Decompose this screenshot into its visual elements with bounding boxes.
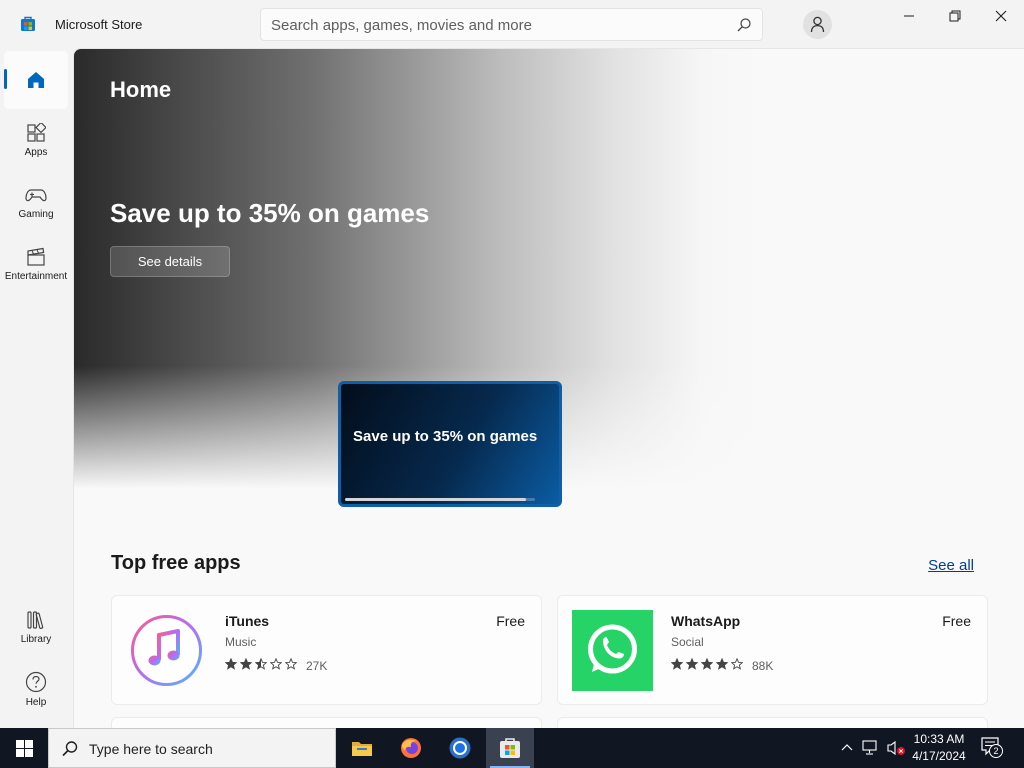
taskbar-firefox[interactable] <box>387 728 435 768</box>
app-price: Free <box>496 613 525 629</box>
active-indicator <box>4 69 7 89</box>
microsoft-store-icon <box>21 16 35 31</box>
close-icon <box>995 10 1007 22</box>
promo-progress-fill <box>345 498 526 501</box>
person-icon <box>810 16 825 33</box>
taskbar-chrome[interactable] <box>436 728 484 768</box>
see-details-button[interactable]: See details <box>110 246 230 277</box>
chevron-up-icon <box>841 744 853 751</box>
see-all-link[interactable]: See all <box>928 557 974 574</box>
app-card-partial[interactable] <box>557 717 988 728</box>
nav-label-entertainment: Entertainment <box>4 271 68 282</box>
apps-icon <box>27 123 46 142</box>
taskbar: Type here to search 10:33 AM 4/17/2024 2 <box>0 728 1024 768</box>
app-card-whatsapp[interactable]: WhatsApp Social Free 88K <box>557 595 988 705</box>
star-half-icon <box>254 657 268 670</box>
taskbar-file-explorer[interactable] <box>338 728 386 768</box>
navigation-rail: Apps Gaming Entertainment Library Help <box>0 48 72 728</box>
app-category: Social <box>671 635 704 649</box>
star-full-icon <box>715 657 729 670</box>
nav-item-apps[interactable]: Apps <box>4 115 68 173</box>
app-card-itunes[interactable]: iTunes Music Free 27K <box>111 595 542 705</box>
star-full-icon <box>670 657 684 670</box>
search-icon <box>62 741 78 757</box>
app-name: WhatsApp <box>671 613 741 629</box>
main-content: Home Save up to 35% on games See details… <box>73 48 1024 728</box>
whatsapp-icon <box>572 610 653 691</box>
star-empty-icon <box>730 657 744 670</box>
title-bar: Microsoft Store <box>0 0 1024 48</box>
rating-count: 27K <box>306 659 328 673</box>
volume-muted-icon <box>887 740 905 756</box>
notification-count-badge: 2 <box>989 744 1003 758</box>
restore-button[interactable] <box>932 0 978 32</box>
library-icon <box>27 611 44 630</box>
star-full-icon <box>685 657 699 670</box>
search-box[interactable] <box>260 8 763 41</box>
nav-item-help[interactable]: Help <box>4 666 68 724</box>
promo-card-text: Save up to 35% on games <box>353 428 538 445</box>
clock-time: 10:33 AM <box>913 732 965 746</box>
help-icon <box>25 671 47 693</box>
nav-label-gaming: Gaming <box>18 209 54 220</box>
star-full-icon <box>700 657 714 670</box>
search-icon[interactable] <box>736 17 752 33</box>
minimize-button[interactable] <box>886 0 932 32</box>
file-explorer-icon <box>352 742 372 756</box>
search-input[interactable] <box>271 15 721 35</box>
nav-item-gaming[interactable]: Gaming <box>4 177 68 235</box>
close-button[interactable] <box>978 0 1024 32</box>
hero-banner: Home Save up to 35% on games See details… <box>74 49 1024 507</box>
firefox-icon <box>401 738 421 758</box>
app-name: iTunes <box>225 613 270 629</box>
promo-progress-track <box>345 498 535 501</box>
nav-label-apps: Apps <box>24 147 48 158</box>
nav-item-library[interactable]: Library <box>4 604 68 662</box>
star-rating: 27K <box>224 657 328 673</box>
nav-item-entertainment[interactable]: Entertainment <box>4 239 68 297</box>
window-title: Microsoft Store <box>55 17 143 32</box>
start-button[interactable] <box>0 728 48 768</box>
page-title: Home <box>110 77 172 102</box>
home-icon <box>28 72 44 88</box>
app-category: Music <box>225 635 257 649</box>
tray-network-button[interactable] <box>860 728 882 768</box>
nav-label-help: Help <box>25 697 47 708</box>
rating-count: 88K <box>752 659 774 673</box>
windows-logo-icon <box>16 740 33 757</box>
star-empty-icon <box>284 657 298 670</box>
star-full-icon <box>239 657 253 670</box>
chrome-icon <box>449 737 471 759</box>
taskbar-clock[interactable]: 10:33 AM 4/17/2024 <box>904 731 974 765</box>
hero-headline: Save up to 35% on games <box>110 198 430 228</box>
promo-card[interactable]: Save up to 35% on games <box>338 381 562 507</box>
itunes-icon <box>131 615 202 686</box>
nav-label-library: Library <box>20 634 52 645</box>
network-icon <box>862 740 877 755</box>
account-avatar-button[interactable] <box>803 10 832 39</box>
taskbar-microsoft-store[interactable] <box>486 728 534 768</box>
star-rating: 88K <box>670 657 774 673</box>
taskbar-search-box[interactable]: Type here to search <box>48 728 336 768</box>
tray-chevron-button[interactable] <box>838 728 856 768</box>
nav-item-home[interactable] <box>4 51 68 109</box>
minimize-icon <box>904 15 914 17</box>
gamepad-icon <box>25 189 47 202</box>
star-empty-icon <box>269 657 283 670</box>
app-card-partial[interactable] <box>111 717 542 728</box>
clapperboard-icon <box>27 247 45 266</box>
tray-volume-button[interactable] <box>884 728 906 768</box>
restore-icon <box>949 10 961 22</box>
section-title-top-free-apps: Top free apps <box>111 552 241 574</box>
star-full-icon <box>224 657 238 670</box>
microsoft-store-icon <box>500 738 520 758</box>
clock-date: 4/17/2024 <box>912 749 966 763</box>
taskbar-search-placeholder: Type here to search <box>89 741 213 757</box>
app-price: Free <box>942 613 971 629</box>
